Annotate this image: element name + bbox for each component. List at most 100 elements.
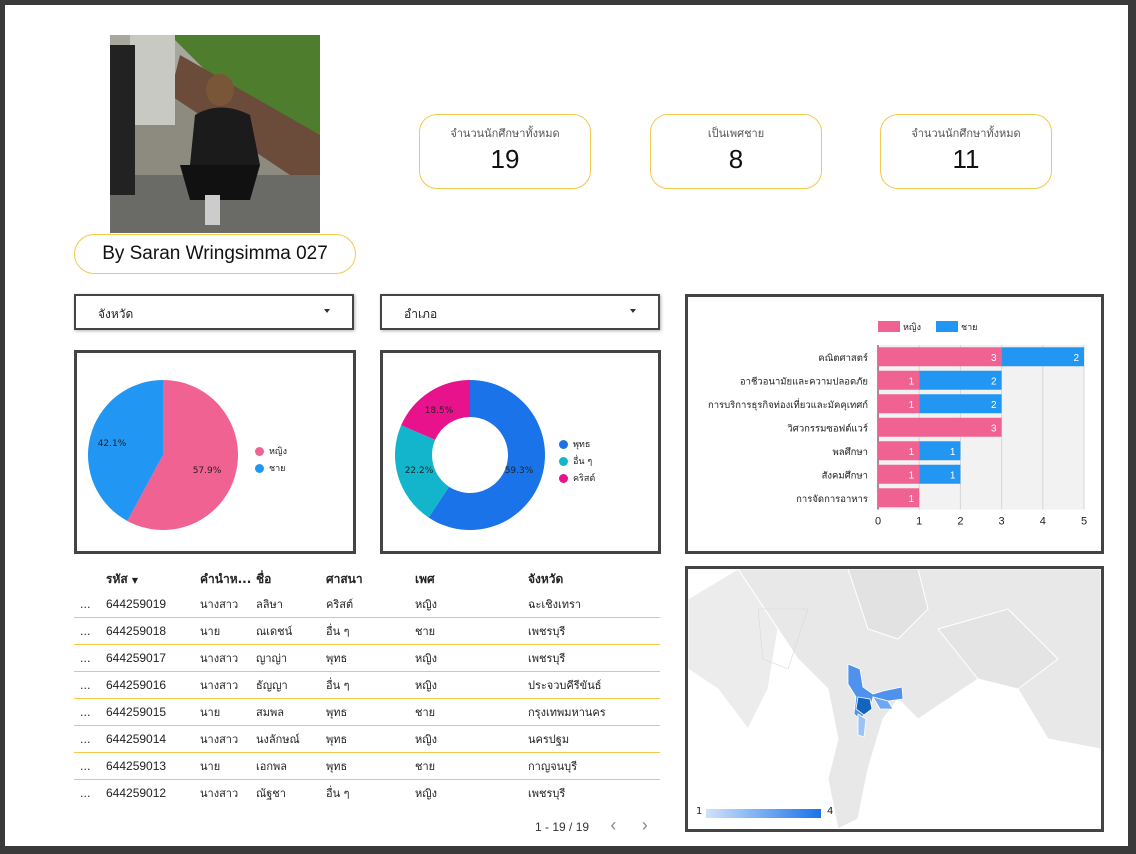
bar-female[interactable] (878, 347, 1002, 367)
y-category-label: คณิตศาสตร์ (818, 352, 868, 364)
christian-swatch (559, 473, 568, 483)
row-menu-icon[interactable]: ... (74, 644, 106, 672)
row-menu-header (74, 567, 106, 591)
cell-id: 644259018 (106, 617, 200, 645)
legend-buddhist[interactable]: พุทธ (559, 437, 595, 451)
row-menu-icon[interactable]: ... (74, 617, 106, 645)
student-table: รหัส ▼ คำนำห... ชื่อ ศาสนา เพศ จังหวัด .… (74, 567, 660, 806)
bar-male[interactable] (919, 370, 1002, 390)
table-row[interactable]: ... 644259016 นางสาว ธัญญา อื่น ๆหญิง ประจวบค… (74, 671, 660, 699)
cell-id: 644259016 (106, 671, 200, 699)
table-header-row: รหัส ▼ คำนำห... ชื่อ ศาสนา เพศ จังหวัด (74, 567, 660, 591)
column-header-name[interactable]: ชื่อ (256, 567, 326, 591)
district-filter-label: อำเภอ (404, 307, 438, 321)
author-name: By Saran Wringsimma 027 (102, 243, 328, 264)
column-header-prefix[interactable]: คำนำห... (200, 567, 256, 591)
next-page-icon[interactable]: › (642, 815, 648, 835)
cell-prefix: นาย (200, 698, 256, 726)
pagination-range: 1 - 19 / 19 (535, 820, 590, 834)
column-header-religion[interactable]: ศาสนา (326, 567, 415, 591)
legend-male[interactable]: ชาย (255, 461, 287, 475)
table-row[interactable]: ... 644259012 นางสาว ณัฐชา อื่น ๆ หญิง เพชรบุร… (74, 780, 660, 807)
table-row[interactable]: ... 644259019 นางสาว ลลิษา คริสต์ หญิง ฉะเชิงเ… (74, 591, 660, 618)
cell-gender: หญิง (415, 787, 437, 800)
row-menu-icon[interactable]: ... (74, 591, 106, 618)
column-header-id[interactable]: รหัส ▼ (106, 567, 200, 591)
gender-pie-chart: 57.9% 42.1% (87, 380, 238, 530)
donut-data-label: 59.3% (505, 466, 534, 476)
kpi-value: 11 (952, 144, 980, 174)
cell-religion: พุทธ (326, 644, 415, 672)
profile-photo (110, 35, 320, 233)
table-row[interactable]: ... 644259017 นางสาว ญาญ่า พุทธ หญิง เพชรบุรี (74, 644, 660, 672)
bar-data-label: 1 (909, 447, 915, 458)
table-row[interactable]: ... 644259013 นาย เอกพล พุทธ ชาย กาญจนบุรี (74, 752, 660, 780)
cell-prefix: นาย (200, 617, 256, 645)
cell-gender: ชาย (415, 617, 528, 645)
kpi-total-students: จำนวนนักศึกษาทั้งหมด 19 (419, 114, 591, 189)
bar-data-label: 1 (950, 470, 956, 481)
gender-pie-legend: หญิง ชาย (255, 444, 287, 478)
previous-page-icon[interactable]: ‹ (610, 815, 616, 835)
cell-gender: ชาย (415, 698, 528, 726)
table-row[interactable]: ... 644259014 นางสาว นงลักษณ์ พุทธ หญิง นครปฐม (74, 725, 660, 753)
dashboard-page: By Saran Wringsimma 027 จำนวนนักศึกษาทั้… (5, 5, 1128, 846)
cell-id: 644259013 (106, 752, 200, 780)
legend-christian[interactable]: คริสต์ (559, 471, 595, 485)
bar-data-label: 2 (1073, 353, 1079, 364)
cell-gender: หญิง (415, 725, 528, 753)
bar-data-label: 1 (909, 400, 915, 411)
chevron-down-icon (630, 309, 636, 313)
bar-data-label: 1 (909, 470, 915, 481)
cell-id: 644259012 (106, 786, 167, 800)
cell-name: สมพล (256, 698, 326, 726)
bar-female[interactable] (878, 417, 1002, 437)
row-menu-icon[interactable]: ... (74, 671, 106, 699)
column-header-province[interactable]: จังหวัด (528, 567, 660, 591)
legend-swatch-male[interactable] (936, 321, 958, 332)
cell-province: เพชรบุรี (528, 787, 566, 800)
cell-gender: หญิง (415, 671, 528, 699)
legend-female[interactable]: หญิง (255, 444, 287, 458)
x-tick-label: 4 (1040, 516, 1046, 528)
table-row[interactable]: ... 644259018 นาย ณเดชน์ อื่น ๆชาย เพชรบุรี (74, 617, 660, 645)
cell-prefix: นางสาว (200, 644, 256, 672)
district-filter-dropdown[interactable]: อำเภอ (380, 294, 660, 330)
row-menu-icon[interactable]: ... (74, 725, 106, 753)
legend-swatch-female[interactable] (878, 321, 900, 332)
province-map[interactable] (688, 569, 1101, 829)
kpi-label: จำนวนนักศึกษาทั้งหมด (450, 127, 560, 140)
cell-province: เพชรบุรี (528, 617, 660, 645)
map-panel: 1 4 (685, 566, 1104, 832)
kpi-value: 8 (728, 144, 744, 174)
y-category-label: อาชีวอนามัยและความปลอดภัย (740, 375, 868, 387)
cell-religion: พุทธ (326, 698, 415, 726)
kpi-female-students: จำนวนนักศึกษาทั้งหมด 11 (880, 114, 1052, 189)
y-category-label: วิศวกรรมซอฟต์แวร์ (787, 422, 868, 434)
cell-province: เพชรบุรี (528, 644, 660, 672)
bar-male[interactable] (1001, 347, 1084, 367)
cell-province: ฉะเชิงเทรา (528, 591, 660, 618)
legend-other[interactable]: อื่น ๆ (559, 454, 595, 468)
male-swatch (255, 463, 264, 473)
cell-name: ธัญญา (256, 671, 326, 699)
cell-religion: พุทธ (326, 725, 415, 753)
cell-id: 644259014 (106, 725, 200, 753)
column-header-gender[interactable]: เพศ (415, 567, 528, 591)
province-filter-dropdown[interactable]: จังหวัด (74, 294, 354, 330)
map-color-scale (706, 809, 821, 818)
legend-label: อื่น ๆ (573, 457, 593, 467)
cell-name: ญาญ่า (256, 644, 326, 672)
bar-data-label: 3 (991, 353, 997, 364)
row-menu-icon[interactable]: ... (74, 698, 106, 726)
map-scale-max: 4 (827, 806, 834, 817)
table-row[interactable]: ... 644259015 นาย สมพล พุทธ ชาย กรุงเทพมหานคร (74, 698, 660, 726)
bar-data-label: 3 (991, 423, 997, 434)
kpi-label: เป็นเพศชาย (707, 127, 765, 140)
row-menu-icon[interactable]: ... (74, 752, 106, 780)
bar-male[interactable] (919, 394, 1002, 414)
cell-prefix: นางสาว (200, 787, 239, 800)
legend-label: ชาย (269, 464, 286, 474)
religion-donut-legend: พุทธ อื่น ๆ คริสต์ (559, 437, 595, 488)
row-menu-icon[interactable]: ... (74, 780, 106, 807)
